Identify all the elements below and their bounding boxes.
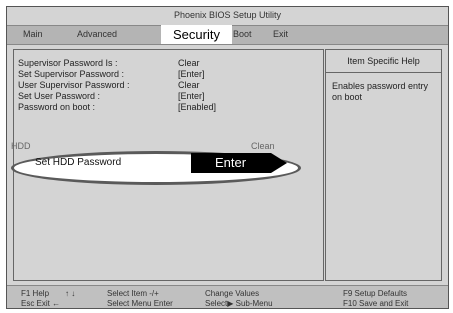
tab-security[interactable]: Security	[161, 25, 232, 44]
setting-value[interactable]: [Enter]	[178, 91, 205, 102]
hdd-status-value: Clean	[251, 141, 275, 151]
set-hdd-password-enter[interactable]: Enter	[191, 153, 271, 173]
arrow-right-icon	[271, 153, 287, 173]
setup-defaults-hint: F9 Setup Defaults	[343, 289, 408, 298]
setting-label: Supervisor Password Is :	[18, 58, 118, 68]
save-exit-hint: F10 Save and Exit	[343, 299, 409, 308]
item-help-panel: Item Specific Help Enables password entr…	[325, 49, 442, 281]
setting-label: Set User Password :	[18, 91, 101, 101]
bios-title: Phoenix BIOS Setup Utility	[173, 10, 282, 20]
hdd-status-label: HDD	[11, 141, 31, 151]
set-hdd-password-label[interactable]: Set HDD Password	[35, 157, 121, 168]
setting-value[interactable]: [Enter]	[178, 69, 205, 80]
setting-label: Password on boot :	[18, 102, 96, 112]
tab-exit[interactable]: Exit	[273, 29, 288, 39]
sub-menu-hint: Select▶ Sub-Menu	[205, 299, 273, 308]
help-title: Item Specific Help	[326, 50, 441, 73]
setting-value: Clear	[178, 58, 200, 68]
arrow-keys-icon: ↑ ↓	[65, 289, 76, 298]
tab-boot[interactable]: Boot	[233, 29, 252, 39]
help-text: Enables password entry on boot	[332, 81, 429, 102]
select-item-hint: Select Item -/+	[107, 289, 159, 298]
change-values-hint: Change Values	[205, 289, 260, 298]
bios-screen: Phoenix BIOS Setup Utility Main Advanced…	[6, 6, 449, 309]
hdd-status-row: HDD Clean	[11, 141, 275, 151]
tab-advanced[interactable]: Advanced	[77, 29, 117, 39]
tab-main[interactable]: Main	[23, 29, 43, 39]
key-legend-footer: F1 Help ↑ ↓ Select Item -/+ Change Value…	[7, 285, 448, 308]
setting-value: Clear	[178, 80, 200, 90]
f1-help-hint: F1 Help	[21, 289, 50, 298]
menu-bar: Main Advanced Security Boot Exit	[7, 25, 448, 45]
setting-value[interactable]: [Enabled]	[178, 102, 216, 113]
esc-exit-hint: Esc Exit ←	[21, 299, 61, 308]
setting-label: User Supervisor Password :	[18, 80, 130, 90]
setting-label: Set Supervisor Password :	[18, 69, 125, 79]
select-menu-hint: Select Menu Enter	[107, 299, 173, 308]
